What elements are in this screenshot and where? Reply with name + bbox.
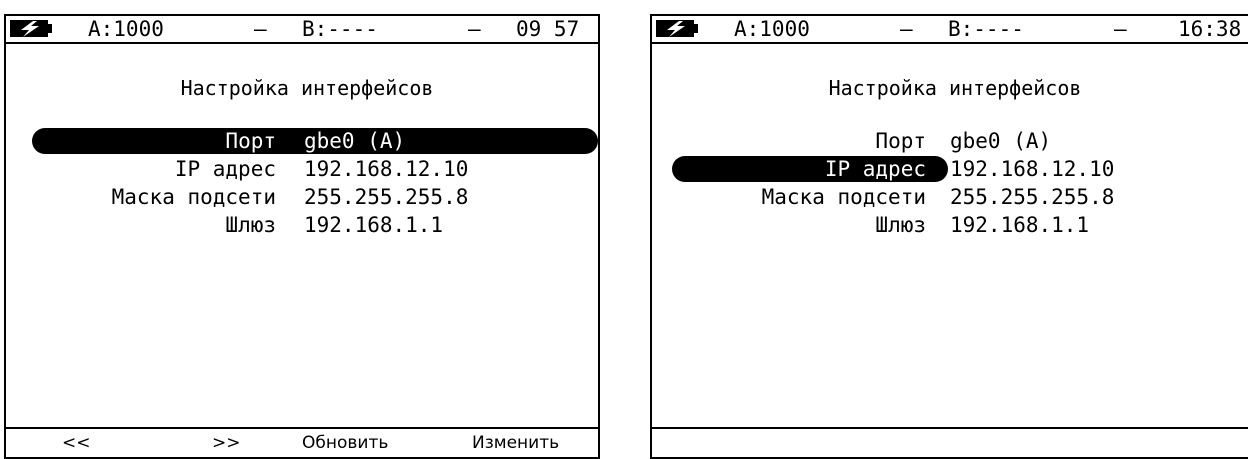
row-ip-address[interactable]: IP адрес 192.168.12.10 xyxy=(6,156,598,182)
port-b-status: B:---- xyxy=(302,17,378,41)
row-port[interactable]: Порт gbe0 (A) xyxy=(6,128,598,154)
row-port[interactable]: Порт gbe0 (A) xyxy=(652,128,1248,154)
separator: – xyxy=(254,17,267,41)
row-label: Шлюз xyxy=(875,213,926,237)
row-value: 255.255.255.8 xyxy=(950,185,1115,209)
row-ip-address[interactable]: IP адрес 192.168.12.10 xyxy=(652,156,1248,182)
device-screen-right: A:1000 – B:---- – 16:38 Настройка интерф… xyxy=(650,14,1248,459)
softkey-bar xyxy=(652,427,1248,457)
row-label: Шлюз xyxy=(225,213,276,237)
port-b-status: B:---- xyxy=(948,17,1024,41)
port-a-status: A:1000 xyxy=(734,17,810,41)
separator: – xyxy=(1114,17,1127,41)
row-label: IP адрес xyxy=(174,157,276,181)
row-label: Маска подсети xyxy=(111,185,276,209)
row-label: Маска подсети xyxy=(761,185,926,209)
row-value: gbe0 (A) xyxy=(950,129,1052,153)
port-a-status: A:1000 xyxy=(88,17,164,41)
row-value: 192.168.1.1 xyxy=(304,213,444,237)
status-bar: A:1000 – B:---- – 09 57 xyxy=(6,16,598,44)
row-value: 255.255.255.8 xyxy=(304,185,469,209)
softkey-prev-button[interactable]: << xyxy=(62,429,91,457)
battery-charging-icon xyxy=(656,20,698,37)
separator: – xyxy=(900,17,913,41)
device-screen-left: A:1000 – B:---- – 09 57 Настройка интерф… xyxy=(4,14,600,459)
softkey-bar: << >> Обновить Изменить xyxy=(6,427,598,457)
softkey-edit-button[interactable]: Изменить xyxy=(472,429,559,457)
row-value: 192.168.1.1 xyxy=(950,213,1090,237)
clock: 16:38 xyxy=(1178,17,1242,41)
row-value: 192.168.12.10 xyxy=(304,157,469,181)
separator: – xyxy=(468,17,481,41)
row-subnet-mask[interactable]: Маска подсети 255.255.255.8 xyxy=(652,184,1248,210)
softkey-next-button[interactable]: >> xyxy=(212,429,241,457)
page-title: Настройка интерфейсов xyxy=(828,76,1082,100)
row-value: gbe0 (A) xyxy=(304,129,406,153)
row-subnet-mask[interactable]: Маска подсети 255.255.255.8 xyxy=(6,184,598,210)
row-gateway[interactable]: Шлюз 192.168.1.1 xyxy=(652,212,1248,238)
softkey-refresh-button[interactable]: Обновить xyxy=(302,429,388,457)
row-value: 192.168.12.10 xyxy=(950,157,1115,181)
page-title: Настройка интерфейсов xyxy=(180,76,434,100)
row-label: Порт xyxy=(875,129,926,153)
row-label: Порт xyxy=(225,129,276,153)
battery-charging-icon xyxy=(10,20,52,37)
row-label: IP адрес xyxy=(824,157,926,181)
clock: 09 57 xyxy=(516,17,580,41)
row-gateway[interactable]: Шлюз 192.168.1.1 xyxy=(6,212,598,238)
status-bar: A:1000 – B:---- – 16:38 xyxy=(652,16,1248,44)
